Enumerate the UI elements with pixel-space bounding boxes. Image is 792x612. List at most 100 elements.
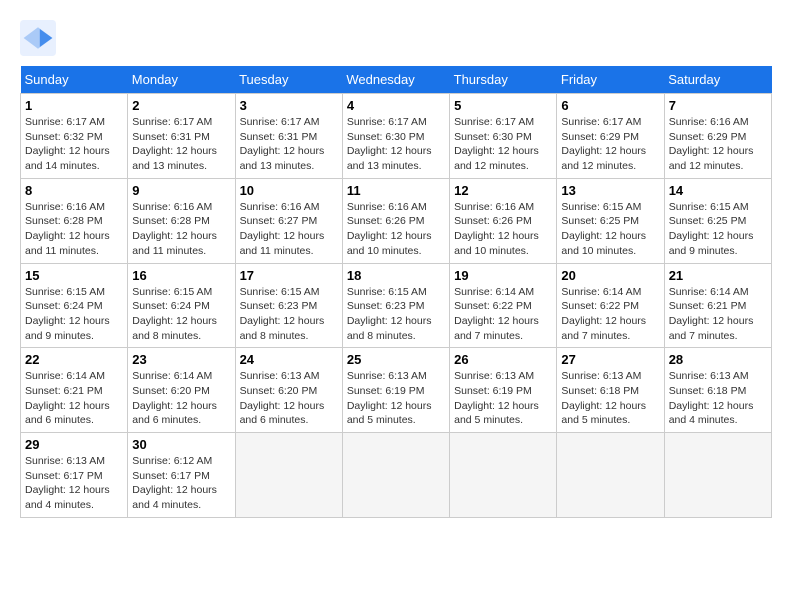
calendar-day-10: 10Sunrise: 6:16 AM Sunset: 6:27 PM Dayli… (235, 178, 342, 263)
day-number: 1 (25, 98, 123, 113)
calendar-body: 1 Sunrise: 6:17 AM Sunset: 6:32 PM Daylig… (21, 94, 772, 518)
calendar-day-7: 7 Sunrise: 6:16 AM Sunset: 6:29 PM Daylig… (664, 94, 771, 179)
day-info: Sunrise: 6:16 AM Sunset: 6:29 PM Dayligh… (669, 115, 767, 174)
day-info: Sunrise: 6:13 AM Sunset: 6:18 PM Dayligh… (669, 369, 767, 428)
day-info: Sunrise: 6:17 AM Sunset: 6:32 PM Dayligh… (25, 115, 123, 174)
day-info: Sunrise: 6:13 AM Sunset: 6:20 PM Dayligh… (240, 369, 338, 428)
day-number: 7 (669, 98, 767, 113)
calendar-day-14: 14Sunrise: 6:15 AM Sunset: 6:25 PM Dayli… (664, 178, 771, 263)
calendar-day-24: 24 Sunrise: 6:13 AM Sunset: 6:20 PM Dayli… (235, 348, 342, 433)
day-number: 8 (25, 183, 123, 198)
day-info: Sunrise: 6:14 AM Sunset: 6:22 PM Dayligh… (561, 285, 659, 344)
calendar-week-3: 15 Sunrise: 6:15 AM Sunset: 6:24 PM Dayli… (21, 263, 772, 348)
day-number: 26 (454, 352, 552, 367)
calendar-day-23: 23 Sunrise: 6:14 AM Sunset: 6:20 PM Dayli… (128, 348, 235, 433)
calendar-table: SundayMondayTuesdayWednesdayThursdayFrid… (20, 66, 772, 518)
weekday-header-friday: Friday (557, 66, 664, 94)
day-number: 21 (669, 268, 767, 283)
page-header (20, 20, 772, 56)
day-info: Sunrise: 6:17 AM Sunset: 6:30 PM Dayligh… (454, 115, 552, 174)
logo (20, 20, 60, 56)
weekday-header-wednesday: Wednesday (342, 66, 449, 94)
calendar-day-18: 18Sunrise: 6:15 AM Sunset: 6:23 PM Dayli… (342, 263, 449, 348)
calendar-day-empty (557, 433, 664, 518)
day-number: 20 (561, 268, 659, 283)
day-info: Sunrise: 6:16 AM Sunset: 6:28 PM Dayligh… (25, 200, 123, 259)
day-number: 28 (669, 352, 767, 367)
day-info: Sunrise: 6:15 AM Sunset: 6:24 PM Dayligh… (132, 285, 230, 344)
calendar-day-2: 2 Sunrise: 6:17 AM Sunset: 6:31 PM Daylig… (128, 94, 235, 179)
weekday-row: SundayMondayTuesdayWednesdayThursdayFrid… (21, 66, 772, 94)
day-info: Sunrise: 6:17 AM Sunset: 6:29 PM Dayligh… (561, 115, 659, 174)
calendar-day-6: 6 Sunrise: 6:17 AM Sunset: 6:29 PM Daylig… (557, 94, 664, 179)
day-info: Sunrise: 6:13 AM Sunset: 6:18 PM Dayligh… (561, 369, 659, 428)
day-info: Sunrise: 6:12 AM Sunset: 6:17 PM Dayligh… (132, 454, 230, 513)
logo-icon (20, 20, 56, 56)
calendar-week-2: 8 Sunrise: 6:16 AM Sunset: 6:28 PM Daylig… (21, 178, 772, 263)
day-number: 27 (561, 352, 659, 367)
calendar-day-21: 21 Sunrise: 6:14 AM Sunset: 6:21 PM Dayli… (664, 263, 771, 348)
day-number: 22 (25, 352, 123, 367)
day-info: Sunrise: 6:14 AM Sunset: 6:21 PM Dayligh… (669, 285, 767, 344)
calendar-week-4: 22 Sunrise: 6:14 AM Sunset: 6:21 PM Dayli… (21, 348, 772, 433)
calendar-day-1: 1 Sunrise: 6:17 AM Sunset: 6:32 PM Daylig… (21, 94, 128, 179)
calendar-day-30: 30 Sunrise: 6:12 AM Sunset: 6:17 PM Dayli… (128, 433, 235, 518)
calendar-day-17: 17 Sunrise: 6:15 AM Sunset: 6:23 PM Dayli… (235, 263, 342, 348)
day-number: 16 (132, 268, 230, 283)
day-info: Sunrise: 6:17 AM Sunset: 6:30 PM Dayligh… (347, 115, 445, 174)
day-number: 2 (132, 98, 230, 113)
day-info: Sunrise: 6:16 AM Sunset: 6:26 PM Dayligh… (347, 200, 445, 259)
calendar-day-20: 20 Sunrise: 6:14 AM Sunset: 6:22 PM Dayli… (557, 263, 664, 348)
day-number: 29 (25, 437, 123, 452)
calendar-day-8: 8 Sunrise: 6:16 AM Sunset: 6:28 PM Daylig… (21, 178, 128, 263)
day-info: Sunrise: 6:13 AM Sunset: 6:19 PM Dayligh… (454, 369, 552, 428)
day-info: Sunrise: 6:14 AM Sunset: 6:20 PM Dayligh… (132, 369, 230, 428)
day-info: Sunrise: 6:13 AM Sunset: 6:19 PM Dayligh… (347, 369, 445, 428)
calendar-day-22: 22 Sunrise: 6:14 AM Sunset: 6:21 PM Dayli… (21, 348, 128, 433)
day-number: 24 (240, 352, 338, 367)
day-info: Sunrise: 6:15 AM Sunset: 6:24 PM Dayligh… (25, 285, 123, 344)
calendar-day-3: 3Sunrise: 6:17 AM Sunset: 6:31 PM Daylig… (235, 94, 342, 179)
day-number: 5 (454, 98, 552, 113)
weekday-header-monday: Monday (128, 66, 235, 94)
calendar-day-13: 13Sunrise: 6:15 AM Sunset: 6:25 PM Dayli… (557, 178, 664, 263)
day-info: Sunrise: 6:17 AM Sunset: 6:31 PM Dayligh… (240, 115, 338, 174)
calendar-day-5: 5 Sunrise: 6:17 AM Sunset: 6:30 PM Daylig… (450, 94, 557, 179)
day-info: Sunrise: 6:15 AM Sunset: 6:23 PM Dayligh… (240, 285, 338, 344)
calendar-day-4: 4 Sunrise: 6:17 AM Sunset: 6:30 PM Daylig… (342, 94, 449, 179)
calendar-day-25: 25Sunrise: 6:13 AM Sunset: 6:19 PM Dayli… (342, 348, 449, 433)
day-info: Sunrise: 6:16 AM Sunset: 6:27 PM Dayligh… (240, 200, 338, 259)
calendar-day-15: 15 Sunrise: 6:15 AM Sunset: 6:24 PM Dayli… (21, 263, 128, 348)
calendar-day-26: 26 Sunrise: 6:13 AM Sunset: 6:19 PM Dayli… (450, 348, 557, 433)
calendar-day-29: 29Sunrise: 6:13 AM Sunset: 6:17 PM Dayli… (21, 433, 128, 518)
day-info: Sunrise: 6:14 AM Sunset: 6:22 PM Dayligh… (454, 285, 552, 344)
weekday-header-saturday: Saturday (664, 66, 771, 94)
weekday-header-thursday: Thursday (450, 66, 557, 94)
day-number: 15 (25, 268, 123, 283)
calendar-day-12: 12Sunrise: 6:16 AM Sunset: 6:26 PM Dayli… (450, 178, 557, 263)
day-number: 19 (454, 268, 552, 283)
calendar-week-5: 29Sunrise: 6:13 AM Sunset: 6:17 PM Dayli… (21, 433, 772, 518)
calendar-day-9: 9 Sunrise: 6:16 AM Sunset: 6:28 PM Daylig… (128, 178, 235, 263)
weekday-header-sunday: Sunday (21, 66, 128, 94)
day-info: Sunrise: 6:16 AM Sunset: 6:28 PM Dayligh… (132, 200, 230, 259)
day-number: 13 (561, 183, 659, 198)
calendar-header: SundayMondayTuesdayWednesdayThursdayFrid… (21, 66, 772, 94)
calendar-day-28: 28 Sunrise: 6:13 AM Sunset: 6:18 PM Dayli… (664, 348, 771, 433)
calendar-day-empty (450, 433, 557, 518)
day-number: 9 (132, 183, 230, 198)
day-number: 30 (132, 437, 230, 452)
weekday-header-tuesday: Tuesday (235, 66, 342, 94)
day-number: 23 (132, 352, 230, 367)
day-info: Sunrise: 6:14 AM Sunset: 6:21 PM Dayligh… (25, 369, 123, 428)
day-number: 4 (347, 98, 445, 113)
day-number: 6 (561, 98, 659, 113)
calendar-day-empty (664, 433, 771, 518)
calendar-day-19: 19 Sunrise: 6:14 AM Sunset: 6:22 PM Dayli… (450, 263, 557, 348)
calendar-day-empty (342, 433, 449, 518)
calendar-day-11: 11Sunrise: 6:16 AM Sunset: 6:26 PM Dayli… (342, 178, 449, 263)
day-number: 12 (454, 183, 552, 198)
day-info: Sunrise: 6:17 AM Sunset: 6:31 PM Dayligh… (132, 115, 230, 174)
day-number: 17 (240, 268, 338, 283)
calendar-week-1: 1 Sunrise: 6:17 AM Sunset: 6:32 PM Daylig… (21, 94, 772, 179)
